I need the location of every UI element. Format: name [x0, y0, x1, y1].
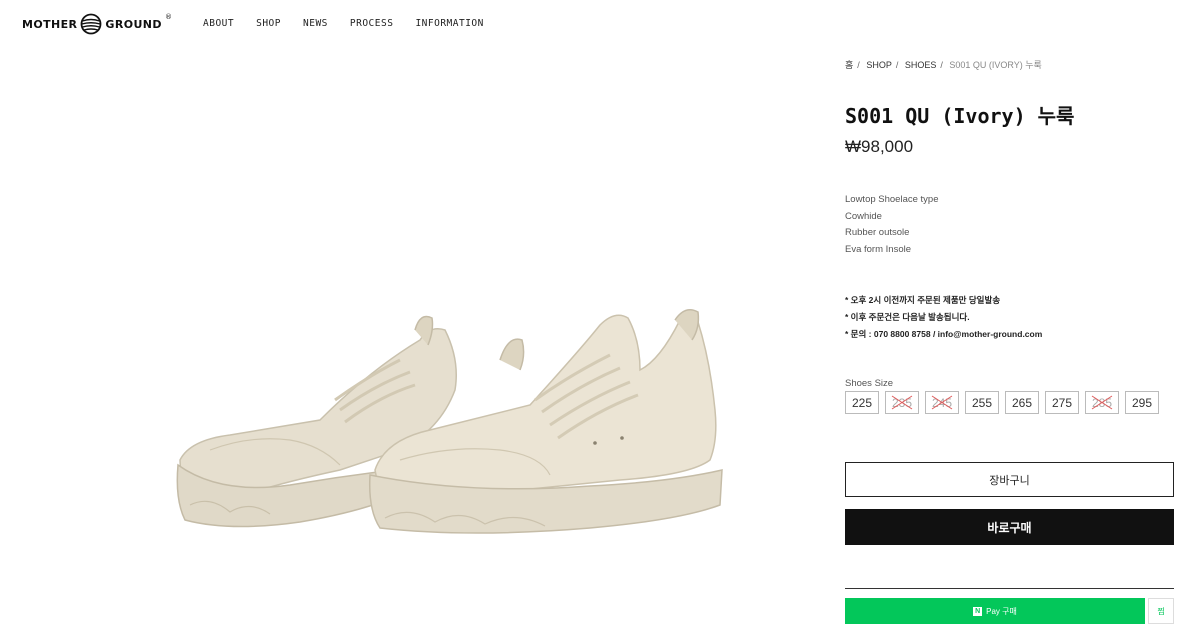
breadcrumb-current: S001 QU (IVORY) 누룩 [949, 60, 1042, 70]
size-value: 265 [1011, 395, 1033, 410]
main-nav: ABOUT SHOP NEWS PROCESS INFORMATION [203, 18, 506, 29]
size-option[interactable]: 295 [1125, 391, 1159, 414]
breadcrumb-separator: / [857, 60, 860, 70]
size-option[interactable]: 225 [845, 391, 879, 414]
size-option[interactable]: 265 [1005, 391, 1039, 414]
nav-information[interactable]: INFORMATION [415, 18, 483, 29]
product-title: S001 QU (Ivory) 누룩 [845, 104, 1075, 128]
soldout-cross-icon [931, 395, 953, 410]
divider [845, 588, 1174, 589]
site-logo[interactable]: MOTHER GROUND ® [22, 12, 172, 36]
product-image [176, 309, 723, 534]
naver-pay-label: Pay 구매 [986, 606, 1017, 616]
nav-process[interactable]: PROCESS [350, 18, 394, 29]
size-option[interactable]: 275 [1045, 391, 1079, 414]
logo-text-right: GROUND [105, 17, 162, 31]
registered-mark: ® [164, 13, 173, 21]
product-description: Lowtop Shoelace type Cowhide Rubber outs… [845, 192, 938, 258]
breadcrumb-home[interactable]: 홈 [845, 60, 853, 70]
logo-text-left: MOTHER [22, 17, 78, 31]
breadcrumb: 홈 / SHOP / SHOES / S001 QU (IVORY) 누룩 [845, 58, 1045, 71]
nav-about[interactable]: ABOUT [203, 18, 234, 29]
note-line: * 오후 2시 이전까지 주문된 제품만 당일발송 [845, 295, 1001, 305]
description-line: Rubber outsole [845, 227, 910, 238]
globe-logo-icon [81, 13, 102, 35]
shipping-notes: * 오후 2시 이전까지 주문된 제품만 당일발송 * 이후 주문건은 다음날 … [845, 292, 1042, 343]
product-price: ₩98,000 [845, 137, 914, 156]
size-value: 295 [1131, 395, 1153, 410]
size-options: 225 235 245 255 265 275 285 295 [845, 391, 1159, 414]
size-value: 255 [971, 395, 993, 410]
note-line: * 문의 : 070 8800 8758 / info@mother-groun… [845, 329, 1043, 339]
size-value: 275 [1051, 395, 1073, 410]
size-option-soldout: 285 [1085, 391, 1119, 414]
naver-pay-button[interactable]: N Pay 구매 [845, 598, 1145, 624]
buy-now-button[interactable]: 바로구매 [845, 509, 1174, 545]
site-header: MOTHER GROUND ® ABOUT SHOP NEWS PROCESS … [0, 0, 1200, 50]
size-option-soldout: 235 [885, 391, 919, 414]
soldout-cross-icon [891, 395, 913, 410]
description-line: Lowtop Shoelace type [845, 194, 939, 205]
breadcrumb-separator: / [940, 60, 943, 70]
naver-wishlist-button[interactable]: 찜 [1148, 598, 1174, 624]
nav-shop[interactable]: SHOP [256, 18, 281, 29]
size-label: Shoes Size [845, 378, 894, 389]
description-line: Cowhide [845, 210, 882, 222]
breadcrumb-shoes[interactable]: SHOES [905, 60, 937, 70]
description-line: Eva form Insole [845, 243, 911, 255]
breadcrumb-separator: / [895, 60, 899, 70]
size-option-soldout: 245 [925, 391, 959, 414]
soldout-cross-icon [1091, 395, 1113, 410]
size-option[interactable]: 255 [965, 391, 999, 414]
size-value: 225 [851, 395, 873, 410]
note-line: * 이후 주문건은 다음날 발송됩니다. [845, 312, 970, 322]
add-to-cart-button[interactable]: 장바구니 [845, 462, 1174, 497]
nav-news[interactable]: NEWS [303, 18, 328, 29]
naver-n-icon: N [973, 606, 983, 616]
breadcrumb-shop[interactable]: SHOP [866, 60, 892, 70]
